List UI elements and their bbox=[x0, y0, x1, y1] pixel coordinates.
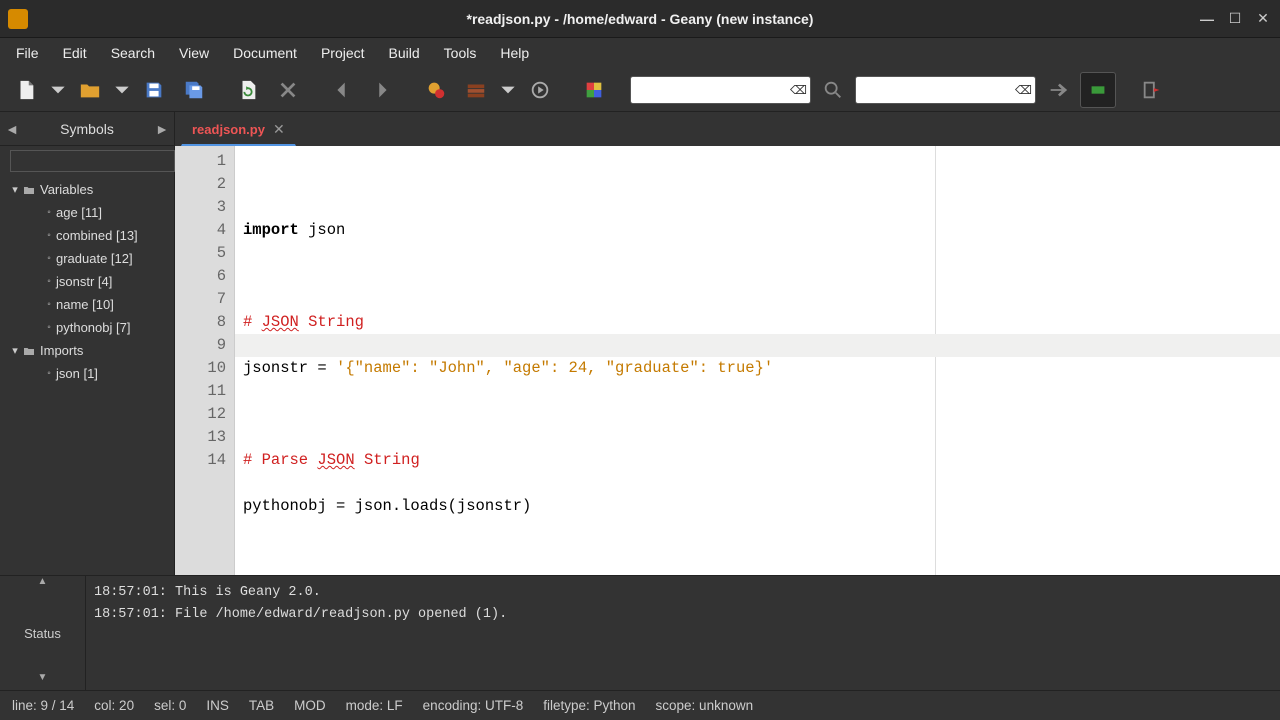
menu-view[interactable]: View bbox=[167, 41, 221, 65]
new-file-button[interactable] bbox=[8, 72, 44, 108]
statusbar: line: 9 / 14 col: 20 sel: 0 INS TAB MOD … bbox=[0, 690, 1280, 720]
window-title: *readjson.py - /home/edward - Geany (new… bbox=[467, 11, 814, 27]
sidebar-tab-label[interactable]: Symbols bbox=[24, 121, 150, 137]
variable-icon: ◦ bbox=[42, 322, 56, 333]
folder-icon bbox=[22, 184, 36, 196]
run-button[interactable] bbox=[522, 72, 558, 108]
close-button[interactable]: ✕ bbox=[1252, 8, 1274, 30]
menu-tools[interactable]: Tools bbox=[432, 41, 489, 65]
status-mod: MOD bbox=[294, 698, 326, 713]
tree-group-variables[interactable]: ▾Variables bbox=[0, 178, 174, 201]
status-scope: scope: unknown bbox=[656, 698, 754, 713]
search-input[interactable] bbox=[635, 83, 790, 97]
app-icon bbox=[8, 9, 28, 29]
tree-item[interactable]: ◦name [10] bbox=[0, 293, 174, 316]
message-panel: ▲ Status ▼ 18:57:01: This is Geany 2.0. … bbox=[0, 575, 1280, 690]
line-gutter: 1234567891011121314 bbox=[175, 146, 235, 575]
close-tab-icon[interactable]: ✕ bbox=[273, 121, 285, 138]
status-encoding: encoding: UTF-8 bbox=[423, 698, 524, 713]
reload-button[interactable] bbox=[230, 72, 266, 108]
variable-icon: ◦ bbox=[42, 207, 56, 218]
close-file-button[interactable] bbox=[270, 72, 306, 108]
tree-item[interactable]: ◦pythonobj [7] bbox=[0, 316, 174, 339]
menu-help[interactable]: Help bbox=[488, 41, 541, 65]
sidebar: ◄ Symbols ► ⌫ ▾Variables ◦age [11] ◦comb… bbox=[0, 112, 175, 575]
menu-edit[interactable]: Edit bbox=[51, 41, 99, 65]
variable-icon: ◦ bbox=[42, 276, 56, 287]
open-dropdown[interactable] bbox=[112, 72, 132, 108]
tab-label: readjson.py bbox=[192, 122, 265, 137]
new-dropdown[interactable] bbox=[48, 72, 68, 108]
clear-goto-icon[interactable]: ⌫ bbox=[1015, 83, 1031, 97]
goto-input[interactable] bbox=[860, 83, 1015, 97]
symbol-filter-input[interactable] bbox=[10, 150, 175, 172]
status-ins: INS bbox=[206, 698, 229, 713]
code-area[interactable]: import json # JSON String jsonstr = '{"n… bbox=[235, 146, 1280, 575]
sidebar-next[interactable]: ► bbox=[150, 121, 174, 137]
file-tab[interactable]: readjson.py ✕ bbox=[181, 114, 296, 146]
tree-item[interactable]: ◦combined [13] bbox=[0, 224, 174, 247]
menu-build[interactable]: Build bbox=[377, 41, 432, 65]
current-line-highlight bbox=[235, 334, 1280, 357]
sidebar-prev[interactable]: ◄ bbox=[0, 121, 24, 137]
variable-icon: ◦ bbox=[42, 253, 56, 264]
maximize-button[interactable]: ☐ bbox=[1224, 8, 1246, 30]
status-filetype: filetype: Python bbox=[543, 698, 635, 713]
folder-icon bbox=[22, 345, 36, 357]
msg-tab-down[interactable]: ▼ bbox=[0, 672, 85, 690]
collapse-icon[interactable]: ▾ bbox=[8, 183, 22, 196]
plugin-button[interactable] bbox=[1080, 72, 1116, 108]
tree-item[interactable]: ◦graduate [12] bbox=[0, 247, 174, 270]
tree-item[interactable]: ◦age [11] bbox=[0, 201, 174, 224]
status-sel: sel: 0 bbox=[154, 698, 186, 713]
build-button[interactable] bbox=[458, 72, 494, 108]
goto-button[interactable] bbox=[1040, 72, 1076, 108]
menu-document[interactable]: Document bbox=[221, 41, 309, 65]
symbol-tree[interactable]: ▾Variables ◦age [11] ◦combined [13] ◦gra… bbox=[0, 176, 174, 575]
titlebar: *readjson.py - /home/edward - Geany (new… bbox=[0, 0, 1280, 38]
menu-search[interactable]: Search bbox=[99, 41, 167, 65]
status-tab: TAB bbox=[249, 698, 274, 713]
status-col: col: 20 bbox=[94, 698, 134, 713]
back-button[interactable] bbox=[324, 72, 360, 108]
message-line: 18:57:01: File /home/edward/readjson.py … bbox=[94, 604, 1272, 626]
status-mode: mode: LF bbox=[346, 698, 403, 713]
quit-button[interactable] bbox=[1134, 72, 1170, 108]
open-button[interactable] bbox=[72, 72, 108, 108]
tree-group-imports[interactable]: ▾Imports bbox=[0, 339, 174, 362]
variable-icon: ◦ bbox=[42, 299, 56, 310]
menu-file[interactable]: File bbox=[4, 41, 51, 65]
forward-button[interactable] bbox=[364, 72, 400, 108]
save-button[interactable] bbox=[136, 72, 172, 108]
menubar: File Edit Search View Document Project B… bbox=[0, 38, 1280, 68]
search-field[interactable]: ⌫ bbox=[630, 76, 811, 104]
status-line: line: 9 / 14 bbox=[12, 698, 74, 713]
tabbar: readjson.py ✕ bbox=[175, 112, 1280, 146]
message-output[interactable]: 18:57:01: This is Geany 2.0. 18:57:01: F… bbox=[85, 576, 1280, 690]
save-all-button[interactable] bbox=[176, 72, 212, 108]
menu-project[interactable]: Project bbox=[309, 41, 377, 65]
toolbar: ⌫ ⌫ bbox=[0, 68, 1280, 112]
collapse-icon[interactable]: ▾ bbox=[8, 344, 22, 357]
color-chooser-button[interactable] bbox=[576, 72, 612, 108]
tree-item[interactable]: ◦jsonstr [4] bbox=[0, 270, 174, 293]
clear-search-icon[interactable]: ⌫ bbox=[790, 83, 806, 97]
import-icon: ◦ bbox=[42, 368, 56, 379]
minimize-button[interactable]: — bbox=[1196, 8, 1218, 30]
search-button[interactable] bbox=[815, 72, 851, 108]
message-line: 18:57:01: This is Geany 2.0. bbox=[94, 582, 1272, 604]
compile-button[interactable] bbox=[418, 72, 454, 108]
variable-icon: ◦ bbox=[42, 230, 56, 241]
goto-field[interactable]: ⌫ bbox=[855, 76, 1036, 104]
code-editor[interactable]: 1234567891011121314 import json # JSON S… bbox=[175, 146, 1280, 575]
msg-tab-up[interactable]: ▲ bbox=[0, 576, 85, 594]
build-dropdown[interactable] bbox=[498, 72, 518, 108]
tree-item[interactable]: ◦json [1] bbox=[0, 362, 174, 385]
msg-tab-status[interactable]: Status bbox=[0, 594, 85, 672]
